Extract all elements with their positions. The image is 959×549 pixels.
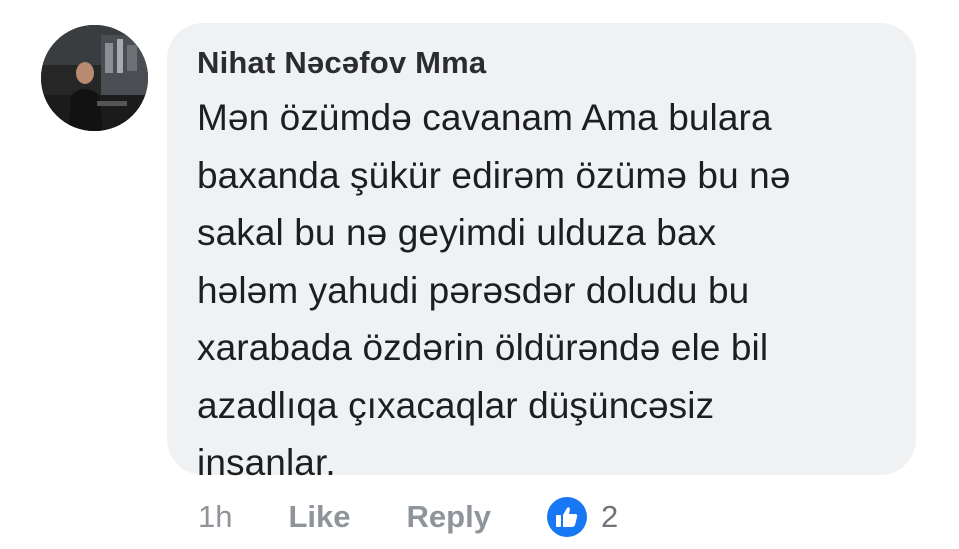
thumbs-up-icon	[546, 497, 587, 537]
reaction-summary[interactable]: 2	[546, 497, 619, 537]
comment-line: hələm yahudi pərəsdər doludu bu	[197, 269, 750, 311]
comment-line: Mən özümdə cavanam Ama bulara	[197, 97, 772, 138]
comment-line: azadlıqa çıxacaqlar düşüncəsiz	[197, 384, 715, 426]
reaction-count: 2	[600, 499, 619, 534]
comment-line: insanlar.	[197, 442, 336, 483]
comment-actions: 1h Like Reply 2	[198, 494, 618, 540]
avatar-photo	[41, 25, 148, 131]
avatar[interactable]	[41, 25, 148, 131]
reply-button[interactable]: Reply	[407, 499, 491, 535]
comment-author[interactable]: Nihat Nəcəfov Mma	[197, 43, 886, 83]
comment-line: baxanda şükür edirəm özümə bu nə	[197, 154, 791, 196]
comment-line: sakal bu nə geyimdi ulduza bax	[197, 212, 717, 253]
comment-timestamp[interactable]: 1h	[198, 499, 232, 535]
like-button[interactable]: Like	[288, 499, 350, 535]
comment-text: Mən özümdə cavanam Ama bulara baxanda şü…	[197, 89, 887, 492]
comment-bubble: Nihat Nəcəfov Mma Mən özümdə cavanam Ama…	[167, 23, 916, 483]
comment-line: xarabada özdərin öldürəndə ele bil	[197, 327, 769, 368]
comment: Nihat Nəcəfov Mma Mən özümdə cavanam Ama…	[0, 0, 959, 549]
